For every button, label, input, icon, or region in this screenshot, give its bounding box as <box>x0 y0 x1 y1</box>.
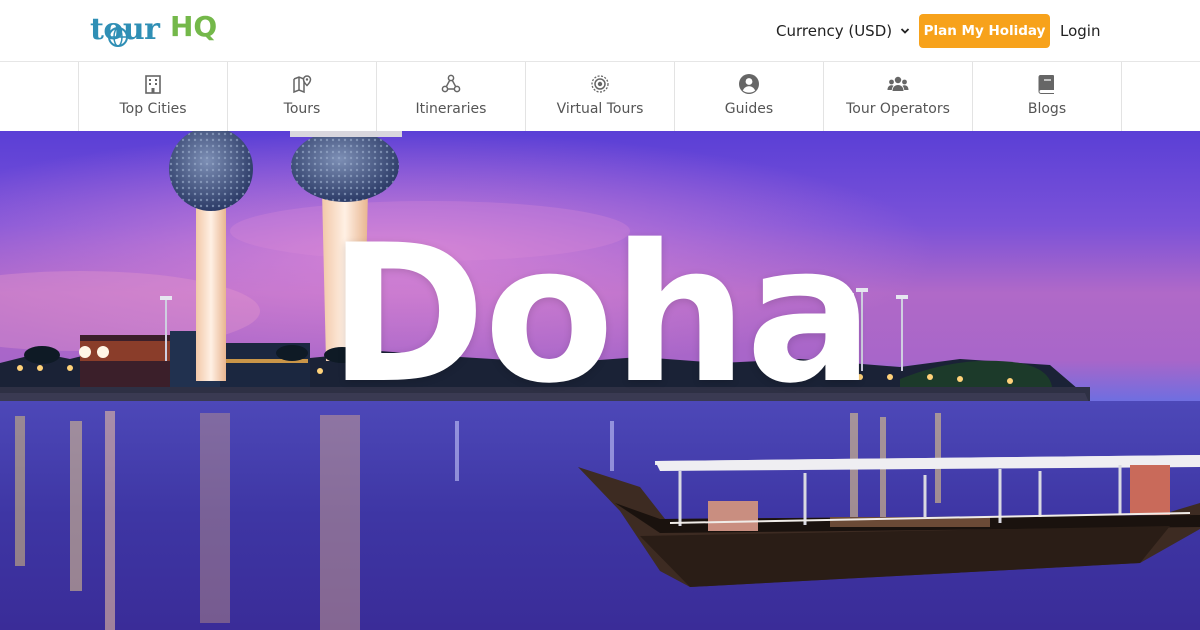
building-icon <box>145 75 161 94</box>
login-link[interactable]: Login <box>1060 22 1100 40</box>
currency-label: Currency (USD) <box>776 22 893 40</box>
globe-icon <box>108 27 128 47</box>
nav-item-guides[interactable]: Guides <box>675 62 824 131</box>
nav-label: Itineraries <box>415 101 487 117</box>
nav-item-tours[interactable]: Tours <box>228 62 377 131</box>
nav-label: Tour Operators <box>846 101 950 117</box>
logo-text-hq: HQ <box>170 10 218 43</box>
hero-banner: Doha <box>0 131 1200 630</box>
chevron-down-icon <box>900 28 910 34</box>
main-nav: Top Cities Tours Itineraries Virtual Tou… <box>0 62 1200 131</box>
map-pin-icon <box>293 75 312 94</box>
nav-item-virtual-tours[interactable]: Virtual Tours <box>526 62 675 131</box>
currency-dropdown[interactable]: Currency (USD) <box>776 22 910 40</box>
plan-my-holiday-button[interactable]: Plan My Holiday <box>919 14 1050 48</box>
nav-label: Blogs <box>1027 101 1067 117</box>
book-icon <box>1038 75 1054 94</box>
nav-label: Tours <box>283 101 321 117</box>
header: tour HQ Currency (USD) Plan My Holiday L… <box>0 0 1200 62</box>
nav-item-blogs[interactable]: Blogs <box>973 62 1122 131</box>
nav-item-itineraries[interactable]: Itineraries <box>377 62 526 131</box>
user-circle-icon <box>739 74 759 94</box>
users-icon <box>887 76 909 91</box>
nav-item-tour-operators[interactable]: Tour Operators <box>824 62 973 131</box>
nav-label: Virtual Tours <box>556 101 644 117</box>
route-icon <box>441 74 461 93</box>
nav-label: Guides <box>724 101 774 117</box>
hero-title: Doha <box>328 204 874 425</box>
tourhq-logo[interactable]: tour HQ <box>90 10 230 50</box>
nav-label: Top Cities <box>119 101 187 117</box>
nav-item-top-cities[interactable]: Top Cities <box>79 62 228 131</box>
target-icon <box>591 75 609 93</box>
